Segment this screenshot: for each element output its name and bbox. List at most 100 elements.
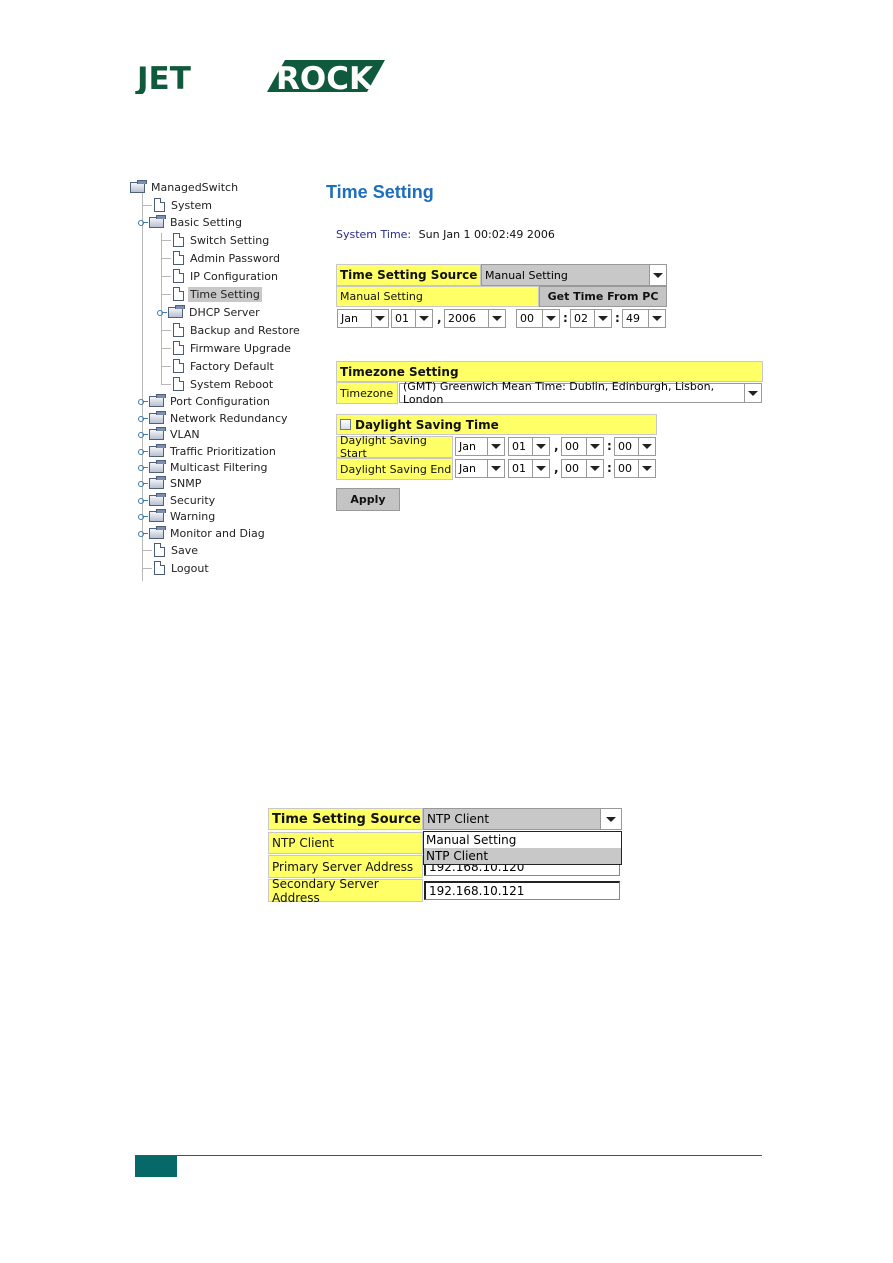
expander-icon[interactable] bbox=[138, 431, 148, 438]
date-separator: , bbox=[554, 461, 559, 475]
folder-icon bbox=[168, 304, 185, 318]
time-separator: : bbox=[607, 439, 612, 453]
chevron-down-icon[interactable] bbox=[372, 310, 388, 327]
year-select[interactable]: 2006 bbox=[444, 309, 506, 328]
folder-icon bbox=[149, 492, 166, 506]
tree-item-logout[interactable]: Logout bbox=[154, 559, 211, 577]
chevron-down-icon[interactable] bbox=[649, 310, 665, 327]
dst-checkbox[interactable] bbox=[340, 419, 351, 430]
document-icon bbox=[173, 359, 184, 373]
tree-item-ip-configuration[interactable]: IP Configuration bbox=[173, 267, 280, 285]
chevron-down-icon[interactable] bbox=[533, 438, 549, 455]
tree-item-save[interactable]: Save bbox=[154, 541, 200, 559]
chevron-down-icon[interactable] bbox=[601, 809, 621, 829]
time-source-value: Manual Setting bbox=[482, 265, 650, 285]
time-source-select[interactable]: Manual Setting bbox=[481, 264, 667, 286]
dst-end-day-select[interactable]: 01 bbox=[508, 459, 550, 478]
tree-item-system[interactable]: System bbox=[154, 196, 214, 214]
footer-divider bbox=[135, 1155, 762, 1156]
manual-setting-label: Manual Setting bbox=[336, 286, 539, 307]
chevron-down-icon[interactable] bbox=[639, 460, 655, 477]
expander-icon[interactable] bbox=[138, 219, 148, 226]
chevron-down-icon[interactable] bbox=[543, 310, 559, 327]
ntp-source-dropdown[interactable]: Manual Setting NTP Client bbox=[423, 831, 622, 865]
expander-icon[interactable] bbox=[138, 398, 148, 405]
tree-root[interactable]: ManagedSwitch bbox=[130, 178, 240, 196]
chevron-down-icon[interactable] bbox=[533, 460, 549, 477]
hour-select[interactable]: 00 bbox=[516, 309, 560, 328]
document-icon bbox=[173, 323, 184, 337]
chevron-down-icon[interactable] bbox=[488, 438, 504, 455]
dst-start-hour-select[interactable]: 00 bbox=[561, 437, 604, 456]
dst-end-month-select[interactable]: Jan bbox=[455, 459, 505, 478]
tree-root-label: ManagedSwitch bbox=[151, 180, 239, 194]
jetrock-logo: JET ROCK bbox=[135, 60, 385, 94]
dst-start-label: Daylight Saving Start bbox=[336, 434, 453, 460]
secondary-server-input[interactable]: 192.168.10.121 bbox=[424, 881, 620, 900]
get-time-from-pc-button[interactable]: Get Time From PC bbox=[539, 286, 667, 307]
folder-icon bbox=[149, 214, 166, 228]
tree-item-port-configuration[interactable]: Port Configuration bbox=[138, 392, 272, 410]
tree-item-dhcp-server[interactable]: DHCP Server bbox=[157, 303, 262, 321]
chevron-down-icon[interactable] bbox=[489, 310, 505, 327]
chevron-down-icon[interactable] bbox=[416, 310, 432, 327]
tree-item-time-setting[interactable]: Time Setting bbox=[173, 285, 262, 303]
tree-item-admin-password[interactable]: Admin Password bbox=[173, 249, 282, 267]
document-icon bbox=[154, 543, 165, 557]
system-time-value: Sun Jan 1 00:02:49 2006 bbox=[418, 228, 555, 241]
footer-page-marker bbox=[135, 1156, 177, 1177]
tree-item-factory-default[interactable]: Factory Default bbox=[173, 357, 276, 375]
document-icon bbox=[173, 233, 184, 247]
primary-server-label: Primary Server Address bbox=[268, 855, 423, 878]
expander-icon[interactable] bbox=[138, 530, 148, 537]
expander-icon[interactable] bbox=[138, 513, 148, 520]
tree-item-backup-restore[interactable]: Backup and Restore bbox=[173, 321, 302, 339]
second-select[interactable]: 49 bbox=[622, 309, 666, 328]
folder-icon bbox=[149, 393, 166, 407]
apply-button[interactable]: Apply bbox=[336, 488, 400, 511]
chevron-down-icon[interactable] bbox=[587, 438, 603, 455]
dst-end-minute-select[interactable]: 00 bbox=[614, 459, 656, 478]
dst-end-label: Daylight Saving End bbox=[336, 458, 453, 480]
document-icon bbox=[154, 561, 165, 575]
chevron-down-icon[interactable] bbox=[488, 460, 504, 477]
expander-icon[interactable] bbox=[138, 464, 148, 471]
timezone-select[interactable]: (GMT) Greenwich Mean Time: Dublin, Edinb… bbox=[399, 380, 762, 406]
expander-icon[interactable] bbox=[138, 480, 148, 487]
expander-icon[interactable] bbox=[138, 497, 148, 504]
tree-item-snmp[interactable]: SNMP bbox=[138, 474, 203, 492]
tree-item-basic-setting[interactable]: Basic Setting bbox=[138, 213, 244, 231]
chevron-down-icon[interactable] bbox=[745, 384, 761, 402]
dst-end-hour-select[interactable]: 00 bbox=[561, 459, 604, 478]
folder-icon bbox=[149, 525, 166, 539]
secondary-server-label: Secondary Server Address bbox=[268, 877, 423, 905]
expander-icon[interactable] bbox=[157, 309, 167, 316]
time-separator: : bbox=[563, 311, 568, 325]
tree-item-firmware-upgrade[interactable]: Firmware Upgrade bbox=[173, 339, 293, 357]
tree-item-system-reboot[interactable]: System Reboot bbox=[173, 375, 275, 393]
tree-item-switch-setting[interactable]: Switch Setting bbox=[173, 231, 271, 249]
tree-item-vlan[interactable]: VLAN bbox=[138, 425, 202, 443]
expander-icon[interactable] bbox=[138, 448, 148, 455]
page-title: Time Setting bbox=[326, 182, 434, 202]
day-select[interactable]: 01 bbox=[391, 309, 433, 328]
ntp-source-select[interactable]: NTP Client bbox=[423, 808, 622, 830]
dst-start-minute-select[interactable]: 00 bbox=[614, 437, 656, 456]
dst-start-month-select[interactable]: Jan bbox=[455, 437, 505, 456]
dropdown-option-manual[interactable]: Manual Setting bbox=[424, 832, 621, 848]
chevron-down-icon[interactable] bbox=[650, 265, 666, 285]
expander-icon[interactable] bbox=[138, 415, 148, 422]
minute-select[interactable]: 02 bbox=[570, 309, 612, 328]
chevron-down-icon[interactable] bbox=[595, 310, 611, 327]
dst-start-day-select[interactable]: 01 bbox=[508, 437, 550, 456]
chevron-down-icon[interactable] bbox=[587, 460, 603, 477]
dst-header: Daylight Saving Time bbox=[336, 414, 657, 435]
folder-icon bbox=[149, 443, 166, 457]
ntp-source-label: Time Setting Source bbox=[268, 808, 423, 830]
month-select[interactable]: Jan bbox=[337, 309, 389, 328]
tree-item-monitor-diag[interactable]: Monitor and Diag bbox=[138, 524, 267, 542]
dropdown-option-ntp[interactable]: NTP Client bbox=[424, 848, 621, 864]
tree-item-warning[interactable]: Warning bbox=[138, 507, 217, 525]
logo-text-jet: JET bbox=[135, 61, 191, 94]
chevron-down-icon[interactable] bbox=[639, 438, 655, 455]
